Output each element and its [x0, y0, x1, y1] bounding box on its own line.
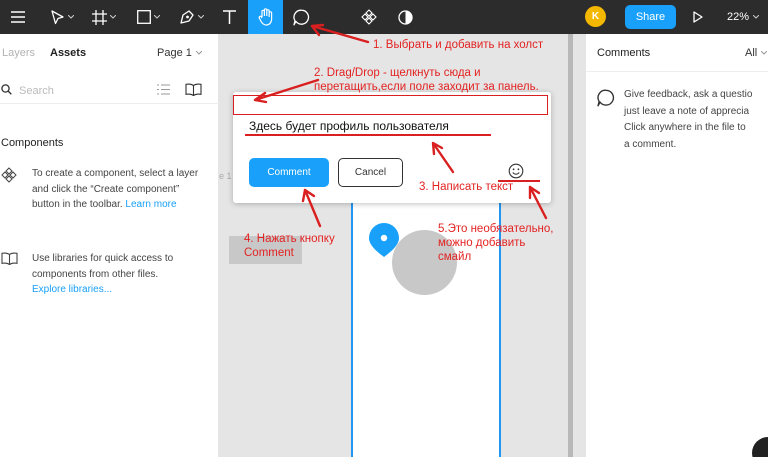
comments-empty-line: a comment. [624, 138, 677, 150]
annotation-line: можно добавить [438, 237, 526, 249]
annotation-underline [245, 134, 491, 136]
annotation-line: 4. Нажать кнопку [244, 233, 335, 245]
search-row [0, 76, 219, 104]
canvas-scrollbar[interactable] [568, 34, 573, 457]
frame-label: e 1 [219, 171, 232, 181]
play-icon[interactable] [690, 0, 706, 34]
learn-more-link[interactable]: Learn more [125, 199, 176, 210]
explore-libraries-link[interactable]: Explore libraries... [32, 284, 112, 295]
comment-input[interactable] [249, 117, 489, 135]
comment-tool-icon[interactable] [288, 0, 314, 34]
components-icon [1, 167, 17, 183]
search-input[interactable] [19, 83, 139, 99]
comments-empty-text: Give feedback, ask a questio just leave … [624, 87, 768, 153]
comments-filter[interactable]: All [745, 47, 768, 59]
annotation-line: перетащить,если поле заходит за панель. [314, 81, 539, 93]
emoji-icon[interactable] [508, 163, 524, 179]
right-panel: Comments All Give feedback, ask a questi… [585, 34, 768, 457]
annotation-step-1: 1. Выбрать и добавить на холст [373, 39, 544, 51]
annotation-line: 2. Drag/Drop - щелкнуть сюда и [314, 67, 481, 79]
comments-panel-title: Comments [597, 47, 651, 59]
avatar[interactable]: K [585, 6, 606, 27]
annotation-highlight-box [233, 95, 548, 115]
annotation-step-2: 2. Drag/Drop - щелкнуть сюда и перетащит… [314, 66, 539, 94]
chevron-down-icon [153, 15, 160, 19]
text-tool-icon[interactable] [219, 0, 239, 34]
comments-empty-line: Give feedback, ask a questio [624, 89, 753, 100]
comment-button[interactable]: Comment [249, 158, 329, 187]
search-icon [1, 84, 12, 95]
pen-tool-icon[interactable] [176, 0, 206, 34]
toolbar: K Share 22% [0, 0, 768, 34]
chevron-down-icon [195, 51, 202, 55]
menu-icon[interactable] [8, 0, 28, 34]
chevron-down-icon [197, 15, 204, 19]
tab-assets[interactable]: Assets [50, 47, 86, 59]
libraries-text: Use libraries for quick access to compon… [32, 253, 174, 280]
libraries-info: Use libraries for quick access to compon… [32, 251, 207, 298]
comments-empty-line: Click anywhere in the file to [624, 122, 746, 133]
annotation-step-5: 5.Это необязательно, можно добавить смай… [438, 222, 554, 264]
page-selector[interactable]: Page 1 [157, 47, 202, 59]
annotation-line: 5.Это необязательно, [438, 223, 554, 235]
library-book-icon [1, 252, 18, 265]
annotation-line: Comment [244, 247, 294, 259]
create-component-info: To create a component, select a layer an… [32, 166, 207, 213]
tab-layers[interactable]: Layers [2, 47, 35, 59]
page-selector-label: Page 1 [157, 47, 192, 59]
shape-tool-icon[interactable] [133, 0, 163, 34]
library-book-icon[interactable] [185, 83, 202, 96]
comments-filter-label: All [745, 47, 758, 59]
chevron-down-icon [67, 15, 74, 19]
components-heading: Components [1, 137, 64, 149]
zoom-value: 22% [727, 11, 750, 23]
comment-pin-icon[interactable] [368, 222, 400, 258]
comments-empty-line: just leave a note of apprecia [624, 105, 750, 117]
panel-tabs: Layers Assets Page 1 [0, 34, 219, 72]
chevron-down-icon [753, 15, 760, 19]
contrast-icon[interactable] [394, 0, 416, 34]
components-icon[interactable] [357, 0, 381, 34]
list-view-icon[interactable] [157, 84, 170, 95]
frame-tool-icon[interactable] [89, 0, 119, 34]
comment-bubble-icon [597, 89, 615, 107]
annotation-line: смайл [438, 251, 472, 263]
chevron-down-icon [110, 15, 116, 19]
share-button[interactable]: Share [625, 5, 676, 29]
annotation-step-4: 4. Нажать кнопку Comment [244, 232, 335, 260]
move-tool-icon[interactable] [48, 0, 76, 34]
hand-tool-icon[interactable] [248, 0, 283, 34]
chevron-down-icon [761, 51, 768, 55]
zoom-selector[interactable]: 22% [727, 0, 760, 34]
divider [586, 71, 768, 72]
annotation-step-3: 3. Написать текст [419, 181, 514, 193]
cancel-button[interactable]: Cancel [338, 158, 403, 187]
left-panel: Layers Assets Page 1 Components To creat… [0, 34, 219, 457]
